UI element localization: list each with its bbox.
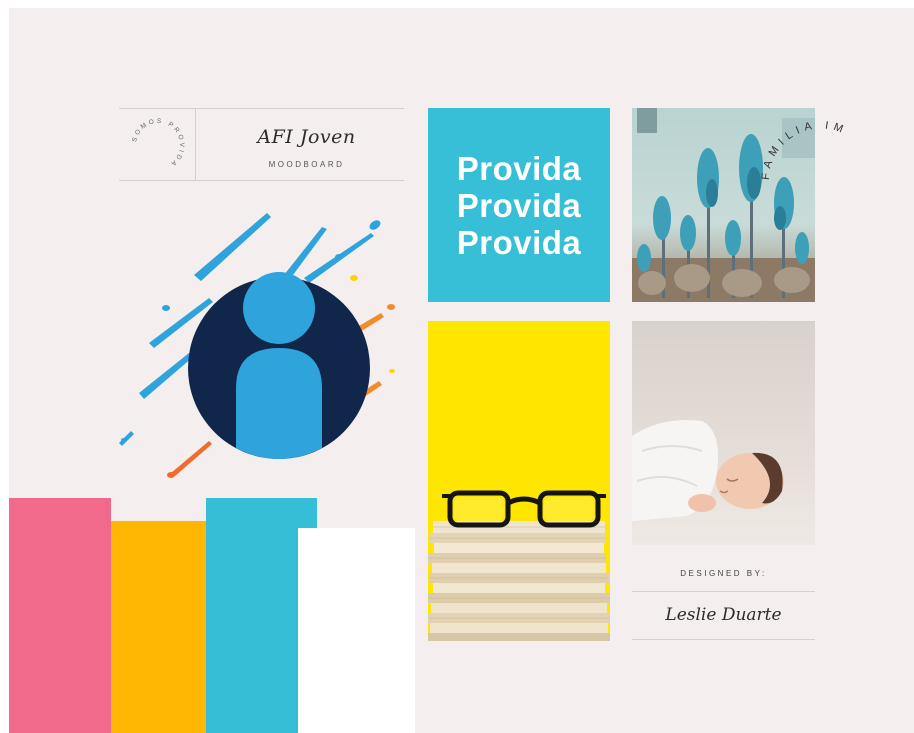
provida-line-1: Provida bbox=[456, 149, 582, 187]
moodboard-subtitle: MOODBOARD bbox=[268, 160, 345, 169]
header-divider bbox=[195, 108, 196, 181]
header-top-rule bbox=[119, 108, 404, 109]
arc-text-label: FAMILIA IMPORTA bbox=[729, 68, 844, 180]
designer-top-rule bbox=[632, 591, 815, 592]
provida-line-2: Provida bbox=[456, 186, 582, 224]
glasses-books-photo bbox=[428, 321, 610, 641]
designer-bottom-rule bbox=[632, 639, 815, 640]
color-swatch-white bbox=[298, 528, 415, 733]
circular-text-badge: SOMOS PROVIDA bbox=[131, 118, 185, 169]
sleeping-baby-photo bbox=[632, 321, 815, 545]
provida-tile: Provida Provida Provida bbox=[428, 108, 610, 302]
moodboard-title: AFI Joven bbox=[257, 126, 356, 148]
svg-text:SOMOS PROVIDA: SOMOS PROVIDA bbox=[131, 118, 185, 169]
circle-badge-text: SOMOS PROVIDA bbox=[131, 118, 182, 169]
moodboard-canvas: SOMOS PROVIDA AFI Joven MOODBOARD Provid… bbox=[9, 8, 914, 733]
designer-name: Leslie Duarte bbox=[665, 605, 782, 625]
person-logo-icon bbox=[119, 213, 395, 478]
provida-line-3: Provida bbox=[456, 223, 582, 261]
svg-text:FAMILIA IMPORTA: FAMILIA IMPORTA bbox=[729, 68, 849, 180]
header-bottom-rule bbox=[119, 180, 404, 181]
designed-by-label: DESIGNED BY: bbox=[680, 569, 767, 578]
color-swatch-yellow bbox=[111, 521, 206, 733]
color-swatch-pink bbox=[9, 498, 111, 733]
arc-text: FAMILIA IMPORTA bbox=[729, 68, 849, 180]
